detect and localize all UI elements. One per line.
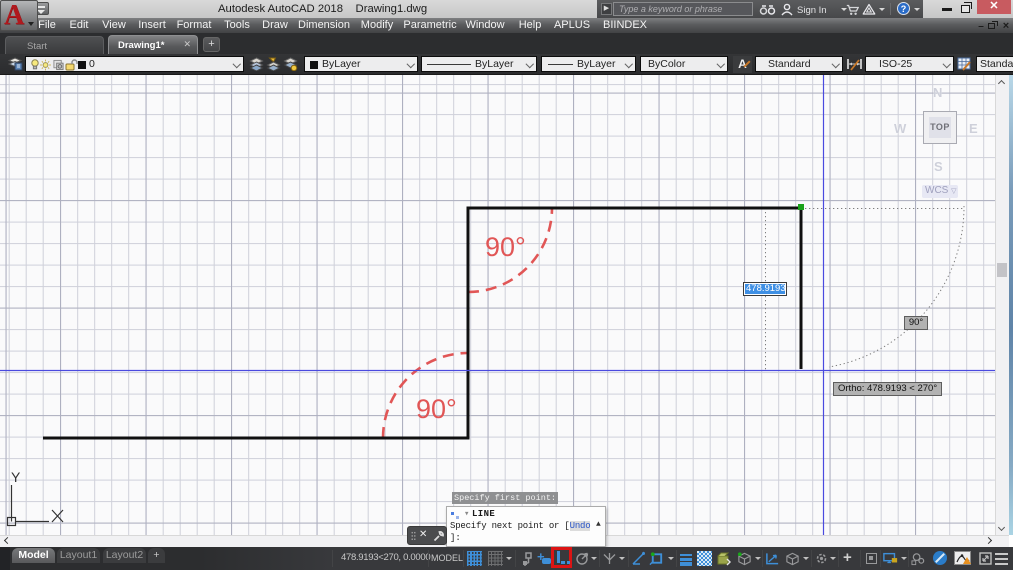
svg-text:90°: 90° [416, 394, 457, 424]
svg-text:Y: Y [11, 469, 21, 485]
svg-text:90°: 90° [485, 232, 526, 262]
